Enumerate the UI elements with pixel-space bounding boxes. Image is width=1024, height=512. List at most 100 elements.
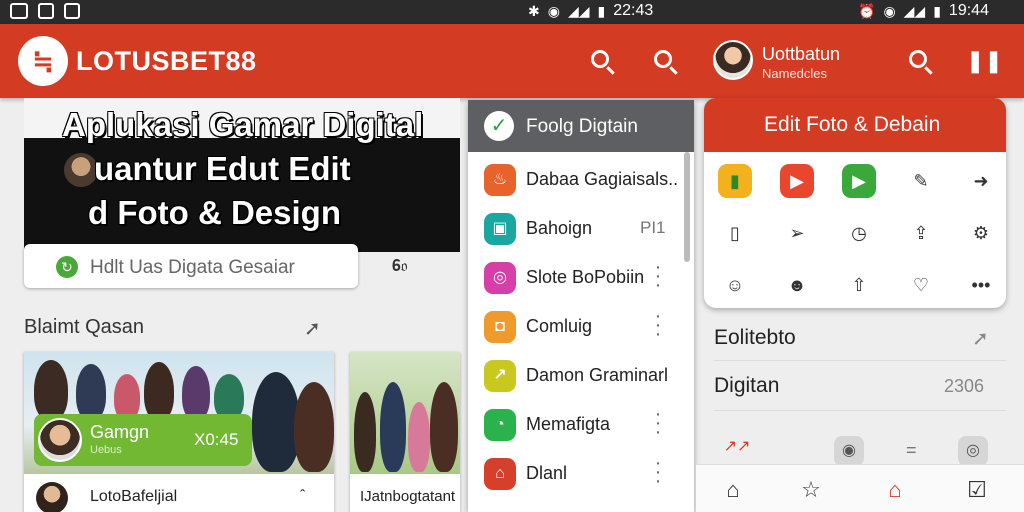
right-row-1[interactable]: Eolitebto xyxy=(714,326,796,350)
compass-icon[interactable]: ◷ xyxy=(842,216,876,250)
menu-item[interactable]: ▣ Bahoign PI1 xyxy=(468,204,684,253)
photo-card-2[interactable]: IJatnbogtatant xyxy=(350,352,460,512)
menu-header[interactable]: ✓ Foolg Digtain xyxy=(468,100,694,152)
send-icon[interactable]: ➢ xyxy=(780,216,814,250)
mail-icon xyxy=(64,3,80,19)
search-icon xyxy=(909,50,927,68)
photo-card-name: LotoBafeljial xyxy=(90,488,178,505)
search-icon xyxy=(654,50,672,68)
app-icon: ⌂ xyxy=(484,458,516,490)
avatar[interactable] xyxy=(713,40,753,80)
edit-note-icon[interactable]: ✎ xyxy=(904,164,938,198)
menu-item[interactable]: ⌂ Dlanl · · · xyxy=(468,449,684,498)
person-figure xyxy=(294,382,334,472)
play-tool-icon[interactable]: ▶ xyxy=(842,164,876,198)
signal-icon: ◢◢ xyxy=(903,2,926,19)
menu-item[interactable]: ◔ Memafigta · · · xyxy=(468,400,684,449)
export-icon[interactable]: ⇪ xyxy=(904,216,938,250)
logo-mark-icon: ≒ xyxy=(32,45,54,76)
photo-tool-icon[interactable]: ▮ xyxy=(718,164,752,198)
avatar xyxy=(36,482,68,512)
section-title: Blaimt Qasan xyxy=(24,316,145,338)
app-icon: ↗ xyxy=(484,360,516,392)
share-arrow-icon[interactable]: ➜ xyxy=(964,164,998,198)
app-icon: ◔ xyxy=(484,409,516,441)
search-button-3[interactable] xyxy=(903,46,933,76)
menu-scrollbar[interactable] xyxy=(684,152,690,262)
emoji-icon[interactable]: ☻ xyxy=(780,268,814,302)
app-icon: ▣ xyxy=(484,213,516,245)
upload-icon[interactable]: ⇧ xyxy=(842,268,876,302)
section-arrow-icon[interactable]: ➚ xyxy=(304,316,321,341)
app-icon: ♨ xyxy=(484,164,516,196)
person-figure xyxy=(182,366,210,420)
menu-item[interactable]: ↗ Damon Graminarl xyxy=(468,351,684,400)
person-figure xyxy=(430,382,458,472)
edit-card-header: Edit Foto & Debain xyxy=(704,98,1006,152)
menu-item[interactable]: ♨ Dabaa Gagiaisals.. xyxy=(468,155,684,204)
menu-header-title: Foolg Digtain xyxy=(526,116,638,137)
brand-logo[interactable]: ≒ xyxy=(18,36,68,86)
more-vert-icon[interactable]: · · · xyxy=(654,257,662,295)
arrow-icon[interactable]: ➚ xyxy=(972,326,989,351)
brand-name: LOTUSBET88 xyxy=(76,46,257,76)
menu-item-label: Comluig xyxy=(526,316,593,336)
camera-icon[interactable]: ◉ xyxy=(834,436,864,466)
settings-icon[interactable]: ⚙ xyxy=(964,216,998,250)
app-menu: ✓ Foolg Digtain ♨ Dabaa Gagiaisals.. ▣ B… xyxy=(468,100,694,512)
more-button[interactable]: ❚❚ xyxy=(966,46,1003,76)
hero-title-line1: Aplukasi Gamar Digital xyxy=(62,106,424,143)
avatar xyxy=(38,418,82,462)
equals-sign: = xyxy=(906,440,917,460)
family-photo-2 xyxy=(350,352,460,474)
search-button-2[interactable] xyxy=(648,46,678,76)
home-icon[interactable]: ⌂ xyxy=(718,475,748,505)
menu-item-label: Dlanl xyxy=(526,463,568,483)
photo-card-2-name: IJatnbogtatant xyxy=(360,488,456,505)
status-mid: ✱ ◉ ◢◢ ▮ 22:43 xyxy=(528,2,653,20)
menu-item-label: Bahoign xyxy=(526,218,593,238)
call-time: X0:45 xyxy=(194,430,239,449)
more-vert-icon[interactable]: · · · xyxy=(654,306,662,344)
refresh-icon: ↻ xyxy=(56,256,78,278)
user-name: Uottbatun xyxy=(762,44,841,64)
tasks-icon[interactable]: ☑ xyxy=(962,475,992,505)
hero-banner[interactable]: Aplukasi Gamar Digital uantur Edut Edit … xyxy=(24,98,460,252)
right-row-2[interactable]: Digitan xyxy=(714,374,779,398)
heart-icon[interactable]: ♡ xyxy=(904,268,938,302)
edit-card: Edit Foto & Debain ▮ ▶ ▶ ✎ ➜ ▯ ➢ ◷ ⇪ ⚙ ☺… xyxy=(704,98,1006,308)
edit-card-title: Edit Foto & Debain xyxy=(764,113,941,136)
more-horiz-icon[interactable]: ••• xyxy=(964,268,998,302)
star-icon[interactable]: ☆ xyxy=(796,475,826,505)
notification-icon[interactable]: ☺ xyxy=(718,268,752,302)
person-figure xyxy=(408,402,430,472)
more-vert-icon[interactable]: · · · xyxy=(654,453,662,491)
glasses-icon[interactable]: 𝟔𝔬 xyxy=(392,258,408,276)
hero-title-line3: d Foto & Design xyxy=(88,194,341,231)
video-tool-icon[interactable]: ▶ xyxy=(780,164,814,198)
call-pill[interactable]: Gamgn Uebus X0:45 xyxy=(34,414,252,466)
photo-card[interactable]: Gamgn Uebus X0:45 LotoBafeljial ˆ xyxy=(24,352,334,512)
search-card[interactable]: ↻ Hdlt Uas Digata Gesaiar xyxy=(24,244,358,288)
chevron-up-icon[interactable]: ˆ xyxy=(300,488,305,506)
battery-icon: ▮ xyxy=(933,2,941,19)
divider xyxy=(714,360,1006,361)
menu-item[interactable]: ◘ Comluig · · · xyxy=(468,302,684,351)
crop-icon[interactable]: ▯ xyxy=(718,216,752,250)
status-time-right: 19:44 xyxy=(948,2,989,19)
bottom-nav: ⌂ ☆ ⌂ ☑ xyxy=(696,464,1024,512)
bluetooth-icon: ✱ xyxy=(528,2,540,19)
user-subtitle: Namedcles xyxy=(762,66,828,81)
hero-avatar xyxy=(64,153,98,187)
search-button[interactable] xyxy=(585,46,615,76)
wifi-icon: ◉ xyxy=(547,2,560,19)
more-vert-icon[interactable]: · · · xyxy=(654,404,662,442)
status-bar: ✱ ◉ ◢◢ ▮ 22:43 ⏰ ◉ ◢◢ ▮ 19:44 xyxy=(0,0,1024,24)
record-icon[interactable]: ◎ xyxy=(958,436,988,466)
profile-icon[interactable]: ⌂ xyxy=(880,475,910,505)
person-figure xyxy=(252,372,300,472)
chart-arrows-icon: ↗↗ xyxy=(723,438,751,455)
menu-item[interactable]: ◎ Slote BoPobiin · · · xyxy=(468,253,684,302)
menu-item-extra: PI1 xyxy=(640,218,666,237)
dual-dot-icon: ❚❚ xyxy=(966,48,1003,73)
